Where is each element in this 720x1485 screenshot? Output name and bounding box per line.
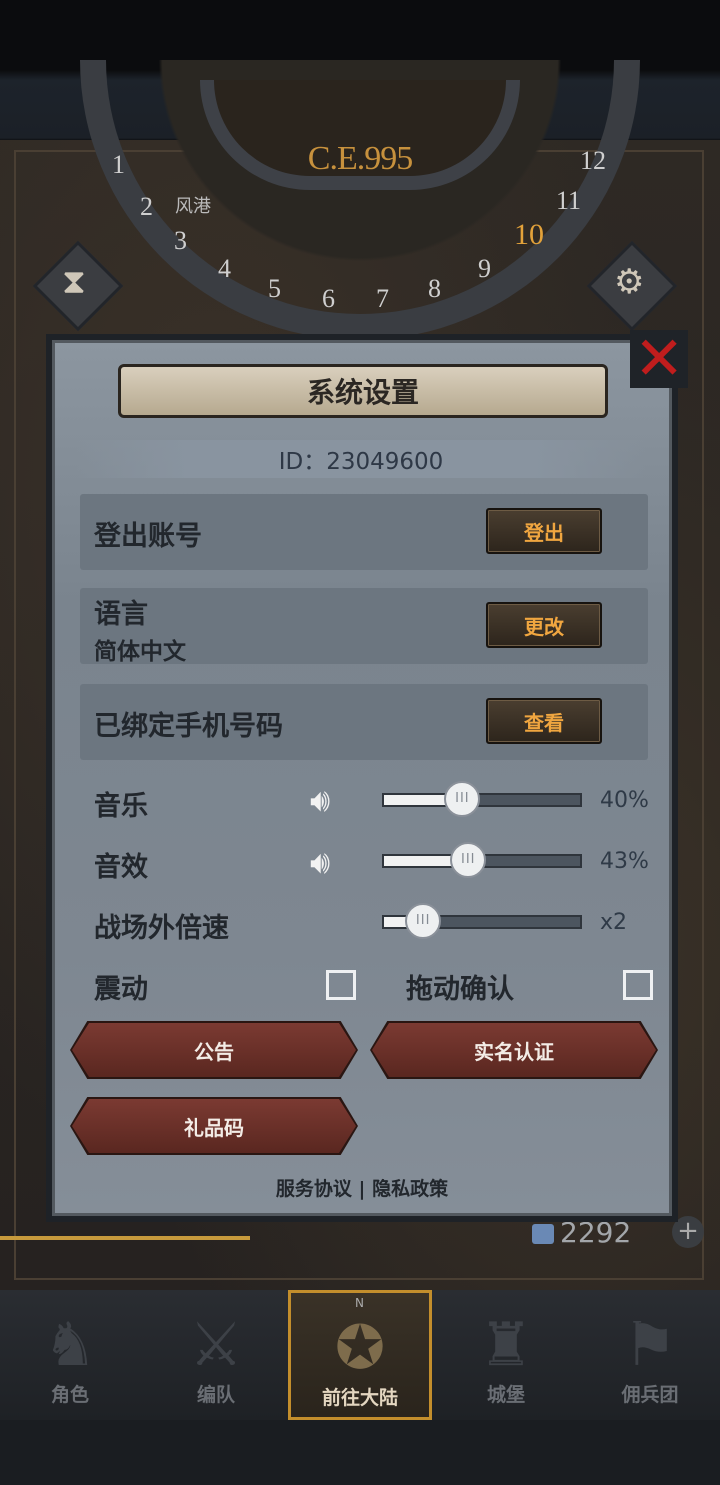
nav-label: 角色 xyxy=(50,1384,89,1406)
speaker-icon[interactable]: 🔊︎ xyxy=(310,844,352,880)
dial-number: 1 xyxy=(112,150,125,179)
helmet-icon: ⚔ xyxy=(189,1310,243,1380)
privacy-policy-link[interactable]: 隐私政策 xyxy=(372,1178,448,1200)
footer-separator: | xyxy=(358,1178,366,1200)
nav-castle[interactable]: ♜ 城堡 xyxy=(436,1290,576,1420)
speaker-icon[interactable]: 🔊︎ xyxy=(310,782,352,818)
music-percent: 40% xyxy=(600,788,649,813)
nav-formation[interactable]: ⚔ 编队 xyxy=(146,1290,286,1420)
sfx-slider[interactable]: III xyxy=(382,842,582,878)
sfx-label: 音效 xyxy=(94,852,148,883)
music-label: 音乐 xyxy=(94,791,148,822)
dial-number-current: 10 xyxy=(514,218,544,251)
dial-number: 8 xyxy=(428,274,441,303)
dial-number: 12 xyxy=(580,146,606,175)
language-row: 语言 简体中文 更改 xyxy=(80,588,648,665)
knight-icon: ♞ xyxy=(43,1310,97,1380)
gift-code-button[interactable]: 礼品码 xyxy=(72,1099,356,1153)
vibrate-checkbox[interactable] xyxy=(326,970,356,1000)
nav-label: 佣兵团 xyxy=(621,1384,679,1406)
dial-number: 7 xyxy=(376,284,389,313)
dial-number: 9 xyxy=(478,254,491,283)
drag-confirm-checkbox[interactable] xyxy=(623,970,653,1000)
banner-icon: ⚑ xyxy=(623,1310,677,1380)
real-name-button[interactable]: 实名认证 xyxy=(372,1023,656,1077)
nav-mercenary[interactable]: ⚑ 佣兵团 xyxy=(580,1290,720,1420)
gear-icon: ⚙ xyxy=(614,262,645,302)
compass-icon: ✪ xyxy=(334,1313,386,1383)
phone-label: 已绑定手机号码 xyxy=(94,711,283,742)
close-icon: ✕ xyxy=(634,324,685,394)
dial-number: 5 xyxy=(268,274,281,303)
dial-number: 11 xyxy=(556,186,582,215)
vibrate-label: 震动 xyxy=(94,974,148,1005)
announcement-button[interactable]: 公告 xyxy=(72,1023,356,1077)
language-value: 简体中文 xyxy=(94,639,186,665)
nav-label: 编队 xyxy=(196,1384,235,1406)
sfx-percent: 43% xyxy=(600,849,649,874)
logout-row: 登出账号 登出 xyxy=(80,494,648,570)
logout-label: 登出账号 xyxy=(94,521,202,552)
progress-line xyxy=(0,1236,250,1240)
nav-character[interactable]: ♞ 角色 xyxy=(0,1290,140,1420)
logout-button[interactable]: 登出 xyxy=(486,508,602,554)
nav-label: 前往大陆 xyxy=(321,1387,398,1409)
music-slider[interactable]: III xyxy=(382,781,582,817)
sfx-slider-knob[interactable]: III xyxy=(450,842,487,878)
compass-north: N xyxy=(355,1296,364,1310)
dial-number: 3 xyxy=(174,226,187,255)
drag-confirm-label: 拖动确认 xyxy=(406,974,514,1005)
nav-label: 城堡 xyxy=(486,1384,525,1406)
castle-icon: ♜ xyxy=(479,1310,533,1380)
close-button[interactable]: ✕ xyxy=(630,324,688,394)
change-language-button[interactable]: 更改 xyxy=(486,602,602,648)
dialog-title: 系统设置 xyxy=(118,364,608,418)
port-label: 风港 xyxy=(175,196,211,217)
view-phone-button[interactable]: 查看 xyxy=(486,698,602,744)
language-label: 语言 xyxy=(94,599,148,630)
phone-row: 已绑定手机号码 查看 xyxy=(80,684,648,760)
speed-label: 战场外倍速 xyxy=(94,913,229,944)
hourglass-icon: ⧗ xyxy=(62,262,86,302)
dial-number: 2 xyxy=(140,192,153,221)
speed-slider[interactable]: III xyxy=(382,903,582,939)
speed-slider-knob[interactable]: III xyxy=(405,903,442,939)
footer-links: 服务协议 | 隐私政策 xyxy=(46,1174,678,1201)
bottom-strip xyxy=(0,1420,720,1485)
crystal-icon xyxy=(532,1224,554,1244)
era-label: C.E.995 xyxy=(307,140,413,177)
dial-number: 6 xyxy=(322,284,335,313)
speed-value: x2 xyxy=(600,910,628,935)
service-agreement-link[interactable]: 服务协议 xyxy=(276,1178,352,1200)
user-id: ID：23049600 xyxy=(76,440,646,478)
dial-number: 4 xyxy=(218,254,231,283)
